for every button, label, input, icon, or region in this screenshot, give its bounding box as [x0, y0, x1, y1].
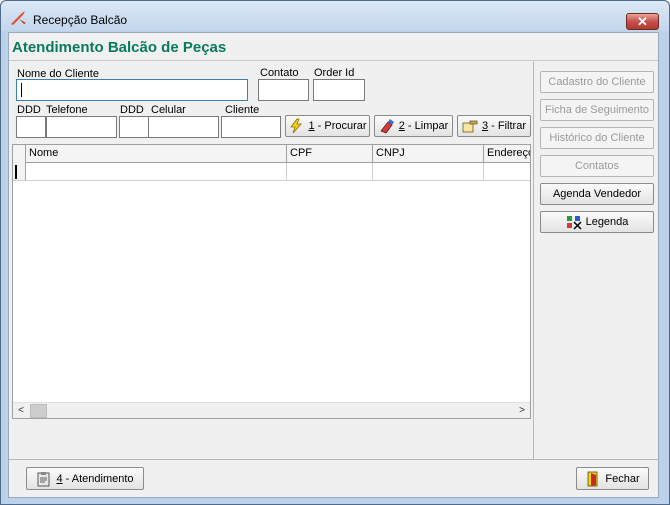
clients-grid[interactable]: Nome CPF CNPJ Endereço < > [12, 144, 531, 419]
column-header-cnpj[interactable]: CNPJ [373, 145, 484, 163]
contato-label: Contato [260, 67, 299, 79]
celular-label: Celular [151, 104, 186, 116]
cell-cpf[interactable] [287, 163, 373, 181]
scroll-thumb[interactable] [30, 404, 47, 418]
historico-cliente-button[interactable]: Histórico do Cliente [540, 127, 654, 149]
ddd-telefone-label: DDD [17, 104, 41, 116]
legenda-button[interactable]: Legenda [540, 211, 654, 233]
celular-input[interactable] [148, 116, 219, 138]
agenda-vendedor-button[interactable]: Agenda Vendedor [540, 183, 654, 205]
filtrar-label: 3 - Filtrar [482, 120, 526, 132]
ddd-celular-label: DDD [120, 104, 144, 116]
cell-endereco[interactable] [484, 163, 530, 181]
horizontal-scrollbar[interactable]: < > [13, 402, 530, 418]
atendimento-label: 4 - Atendimento [56, 473, 133, 485]
door-exit-icon [587, 471, 598, 486]
filtrar-text: - Filtrar [488, 120, 526, 132]
page-title: Atendimento Balcão de Peças [12, 39, 227, 56]
limpar-label: 2 - Limpar [399, 120, 449, 132]
client-area: Atendimento Balcão de Peças Nome do Clie… [8, 32, 659, 498]
clipboard-icon [38, 471, 50, 486]
app-logo-icon [11, 11, 26, 25]
ficha-seguimento-button[interactable]: Ficha de Seguimento [540, 99, 654, 121]
text-caret [21, 83, 22, 97]
eraser-icon [380, 119, 394, 134]
ddd-telefone-input[interactable] [16, 116, 46, 138]
telefone-input[interactable] [46, 116, 117, 138]
contato-input[interactable] [258, 79, 309, 101]
procurar-button[interactable]: 1 - Procurar [285, 115, 370, 137]
column-header-endereco[interactable]: Endereço [484, 145, 530, 163]
cadastro-cliente-button[interactable]: Cadastro do Cliente [540, 71, 654, 93]
ddd-celular-input[interactable] [119, 116, 149, 138]
telefone-label: Telefone [46, 104, 88, 116]
filter-hand-icon [462, 120, 478, 133]
fechar-label: Fechar [605, 472, 640, 485]
cliente-label: Cliente [225, 104, 260, 116]
cliente-input[interactable] [221, 116, 281, 138]
limpar-text: - Limpar [404, 120, 449, 132]
title-bar[interactable]: Recepção Balcão ✕ [1, 1, 669, 31]
cell-cnpj[interactable] [373, 163, 484, 181]
procurar-text: - Procurar [314, 120, 367, 132]
limpar-button[interactable]: 2 - Limpar [374, 115, 453, 137]
order-id-label: Order Id [314, 67, 355, 79]
order-id-input[interactable] [313, 79, 365, 101]
contatos-button[interactable]: Contatos [540, 155, 654, 177]
column-header-nome[interactable]: Nome [26, 145, 287, 163]
legend-icon [566, 216, 582, 230]
cell-nome[interactable] [26, 163, 287, 181]
nome-cliente-input[interactable] [16, 79, 248, 101]
page-header: Atendimento Balcão de Peças [9, 33, 658, 61]
scroll-left-icon[interactable]: < [13, 403, 29, 419]
atendimento-text: - Atendimento [62, 472, 134, 485]
app-window: Recepção Balcão ✕ Atendimento Balcão de … [0, 0, 670, 505]
scroll-right-icon[interactable]: > [514, 403, 530, 419]
side-panel-divider [533, 62, 534, 459]
procurar-label: 1 - Procurar [308, 120, 366, 132]
lightning-icon [290, 118, 303, 134]
grid-header: Nome CPF CNPJ Endereço [13, 145, 530, 163]
filtrar-button[interactable]: 3 - Filtrar [457, 115, 531, 137]
window-title: Recepção Balcão [33, 13, 128, 27]
legenda-label: Legenda [585, 216, 629, 228]
atendimento-button[interactable]: 4 - Atendimento [26, 467, 144, 490]
column-header-cpf[interactable]: CPF [287, 145, 373, 163]
footer-divider [9, 459, 658, 460]
fechar-button[interactable]: Fechar [576, 467, 649, 490]
table-row[interactable] [13, 163, 530, 181]
window-close-button[interactable]: ✕ [626, 13, 659, 30]
